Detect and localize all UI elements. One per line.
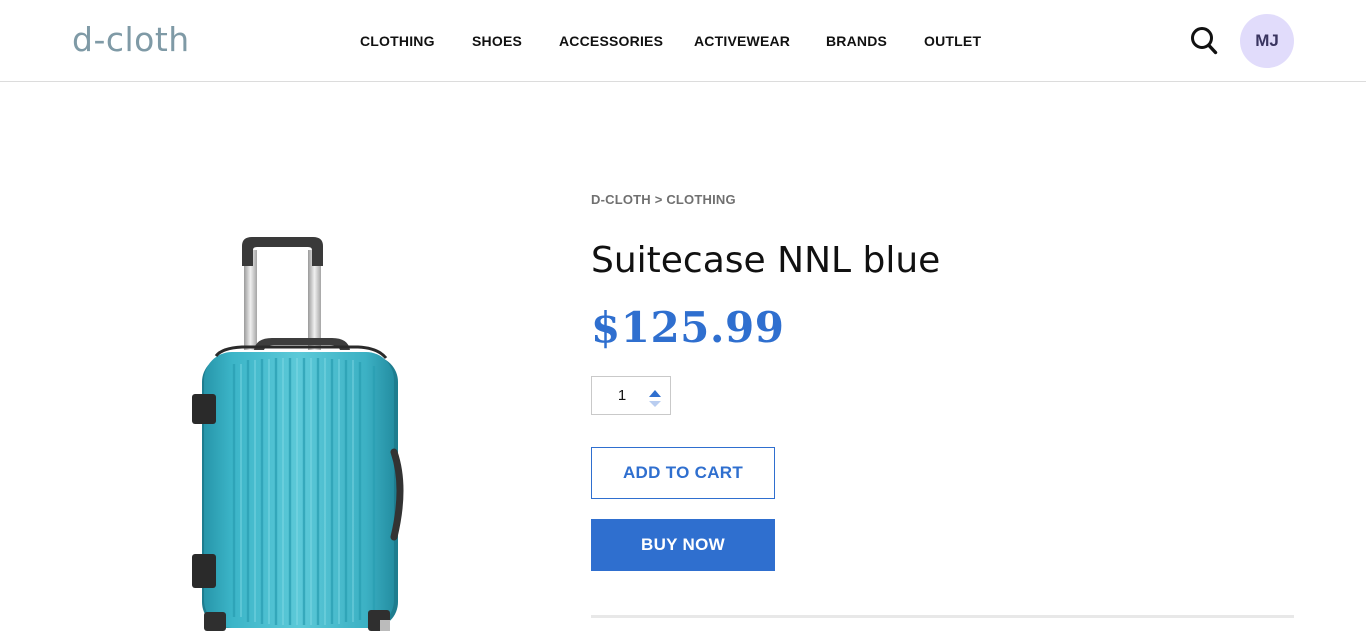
product-image: [182, 232, 412, 631]
quantity-stepper: [591, 376, 671, 415]
nav-item-brands[interactable]: BRANDS: [826, 32, 887, 50]
quantity-increment-button[interactable]: [648, 386, 662, 397]
product-price: $125.99: [591, 303, 785, 352]
add-to-cart-button[interactable]: ADD TO CART: [591, 447, 775, 499]
nav-item-outlet[interactable]: OUTLET: [924, 32, 981, 50]
breadcrumb-home[interactable]: D-CLOTH: [591, 192, 651, 207]
search-button[interactable]: [1188, 24, 1220, 58]
nav-item-shoes[interactable]: SHOES: [472, 32, 522, 50]
nav-item-activewear[interactable]: ACTIVEWEAR: [694, 32, 790, 50]
section-divider: [591, 615, 1294, 618]
breadcrumb-category[interactable]: CLOTHING: [666, 192, 735, 207]
nav-item-clothing[interactable]: CLOTHING: [360, 32, 435, 50]
search-icon: [1191, 27, 1218, 55]
caret-down-icon: [649, 401, 661, 407]
product-title: Suitecase NNL blue: [591, 240, 941, 281]
nav-item-accessories[interactable]: ACCESSORIES: [559, 32, 663, 50]
suitcase-image: [192, 237, 404, 631]
buy-now-button[interactable]: BUY NOW: [591, 519, 775, 571]
breadcrumb: D-CLOTH > CLOTHING: [591, 192, 736, 208]
quantity-decrement-button[interactable]: [648, 396, 662, 407]
site-header: d-cloth CLOTHING SHOES ACCESSORIES ACTIV…: [0, 0, 1366, 82]
quantity-input[interactable]: [592, 377, 652, 414]
breadcrumb-separator: >: [654, 192, 663, 207]
user-avatar[interactable]: MJ: [1240, 14, 1294, 68]
main-nav: CLOTHING SHOES ACCESSORIES ACTIVEWEAR BR…: [0, 0, 1366, 82]
